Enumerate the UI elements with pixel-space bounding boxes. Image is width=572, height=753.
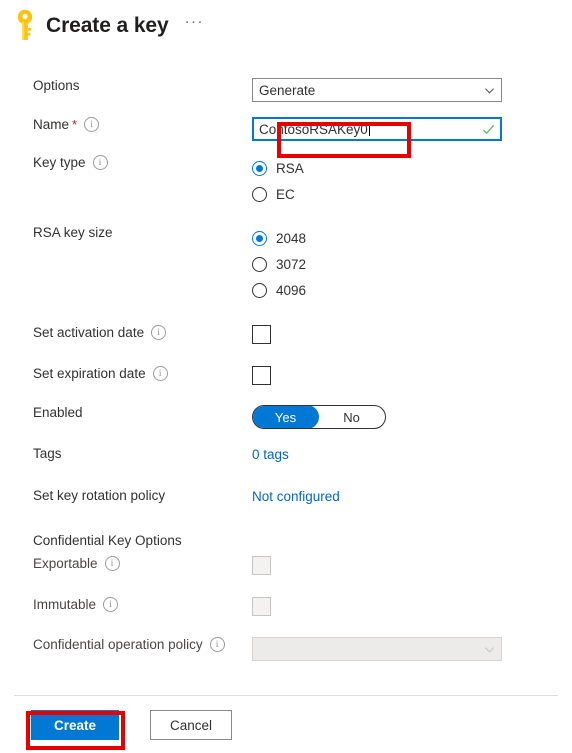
radio-mark-rsa [252, 160, 267, 176]
chevron-down-icon-disabled [484, 646, 495, 653]
label-immutable-text: Immutable [33, 597, 97, 612]
row-rsa-key-size: RSA key size 2048 3072 4096 [0, 225, 572, 303]
footer-divider [14, 695, 558, 696]
key-type-radio-group: RSA EC [252, 155, 572, 207]
info-icon-set-expiration-date[interactable] [152, 366, 168, 381]
label-key-rotation-policy: Set key rotation policy [0, 488, 252, 503]
label-tags-text: Tags [33, 446, 62, 461]
checkbox-immutable [252, 597, 271, 616]
label-set-activation-date-text: Set activation date [33, 325, 145, 340]
key-rotation-policy-link[interactable]: Not configured [252, 489, 340, 504]
name-input-value: ContosoRSAKey0 [259, 121, 368, 137]
chevron-down-icon [484, 87, 495, 94]
label-key-type-text: Key type [33, 155, 86, 170]
info-icon-key-type[interactable] [92, 155, 108, 170]
radio-key-size-3072[interactable]: 3072 [252, 251, 572, 277]
dialog-header: Create a key ··· [0, 0, 572, 44]
info-icon-set-activation-date[interactable] [151, 325, 167, 340]
label-options-text: Options [33, 78, 80, 93]
text-caret [368, 121, 370, 136]
row-enabled: Enabled Yes No [0, 405, 572, 429]
row-key-rotation-policy: Set key rotation policy Not configured [0, 488, 572, 512]
label-rsa-key-size-text: RSA key size [33, 225, 113, 240]
create-button[interactable]: Create [31, 710, 119, 740]
radio-mark-ec [252, 186, 267, 202]
info-icon-immutable[interactable] [103, 597, 119, 612]
row-options: Options Generate [0, 78, 572, 102]
confidential-key-options-heading: Confidential Key Options [33, 533, 182, 548]
required-indicator: * [72, 117, 78, 132]
checkbox-set-activation-date[interactable] [252, 325, 271, 344]
label-exportable: Exportable [0, 556, 252, 571]
radio-label-ec: EC [276, 186, 295, 202]
radio-label-4096: 4096 [276, 282, 307, 298]
rsa-key-size-radio-group: 2048 3072 4096 [252, 225, 572, 303]
label-set-activation-date: Set activation date [0, 325, 252, 340]
row-name: Name * ContosoRSAKey0 [0, 117, 572, 141]
page-title: Create a key [46, 14, 169, 37]
row-set-expiration-date: Set expiration date [0, 366, 572, 390]
valid-check-icon [482, 124, 495, 134]
radio-mark-2048 [252, 230, 267, 246]
label-name: Name * [0, 117, 252, 132]
checkbox-exportable [252, 556, 271, 575]
more-options-icon[interactable]: ··· [185, 14, 205, 34]
options-select[interactable]: Generate [252, 78, 502, 102]
radio-key-type-ec[interactable]: EC [252, 181, 572, 207]
label-set-expiration-date: Set expiration date [0, 366, 252, 381]
radio-label-2048: 2048 [276, 230, 307, 246]
label-tags: Tags [0, 446, 252, 461]
toggle-option-yes[interactable]: Yes [253, 406, 319, 428]
create-key-form: Options Generate Name * ContosoRSAKey0 [0, 44, 572, 661]
row-tags: Tags 0 tags [0, 446, 572, 470]
radio-mark-4096 [252, 282, 267, 298]
row-confidential-operation-policy: Confidential operation policy [0, 637, 572, 661]
label-enabled: Enabled [0, 405, 252, 420]
label-name-text: Name [33, 117, 70, 132]
label-confidential-operation-policy-text: Confidential operation policy [33, 637, 203, 652]
enabled-toggle[interactable]: Yes No [252, 405, 386, 429]
info-icon-name[interactable] [84, 117, 100, 132]
label-immutable: Immutable [0, 597, 252, 612]
row-key-type: Key type RSA EC [0, 155, 572, 207]
radio-key-size-4096[interactable]: 4096 [252, 277, 572, 303]
name-input[interactable]: ContosoRSAKey0 [252, 117, 502, 141]
radio-label-rsa: RSA [276, 160, 304, 176]
tags-link[interactable]: 0 tags [252, 447, 289, 462]
label-exportable-text: Exportable [33, 556, 98, 571]
label-set-expiration-date-text: Set expiration date [33, 366, 146, 381]
row-set-activation-date: Set activation date [0, 325, 572, 349]
row-immutable: Immutable [0, 597, 572, 621]
dialog-footer: Create Cancel [0, 710, 232, 740]
radio-key-size-2048[interactable]: 2048 [252, 225, 572, 251]
info-icon-exportable[interactable] [104, 556, 120, 571]
radio-key-type-rsa[interactable]: RSA [252, 155, 572, 181]
toggle-option-no[interactable]: No [318, 406, 385, 428]
cancel-button[interactable]: Cancel [150, 710, 232, 740]
info-icon-confidential-operation-policy[interactable] [209, 637, 225, 652]
label-rsa-key-size: RSA key size [0, 225, 252, 240]
label-options: Options [0, 78, 252, 93]
label-key-rotation-policy-text: Set key rotation policy [33, 488, 166, 503]
key-icon [17, 9, 33, 40]
radio-mark-3072 [252, 256, 267, 272]
label-confidential-operation-policy: Confidential operation policy [0, 637, 252, 652]
radio-label-3072: 3072 [276, 256, 307, 272]
options-select-value: Generate [259, 82, 316, 98]
label-enabled-text: Enabled [33, 405, 83, 420]
row-exportable: Exportable [0, 556, 572, 580]
label-key-type: Key type [0, 155, 252, 170]
checkbox-set-expiration-date[interactable] [252, 366, 271, 385]
confidential-operation-policy-select [252, 637, 502, 661]
